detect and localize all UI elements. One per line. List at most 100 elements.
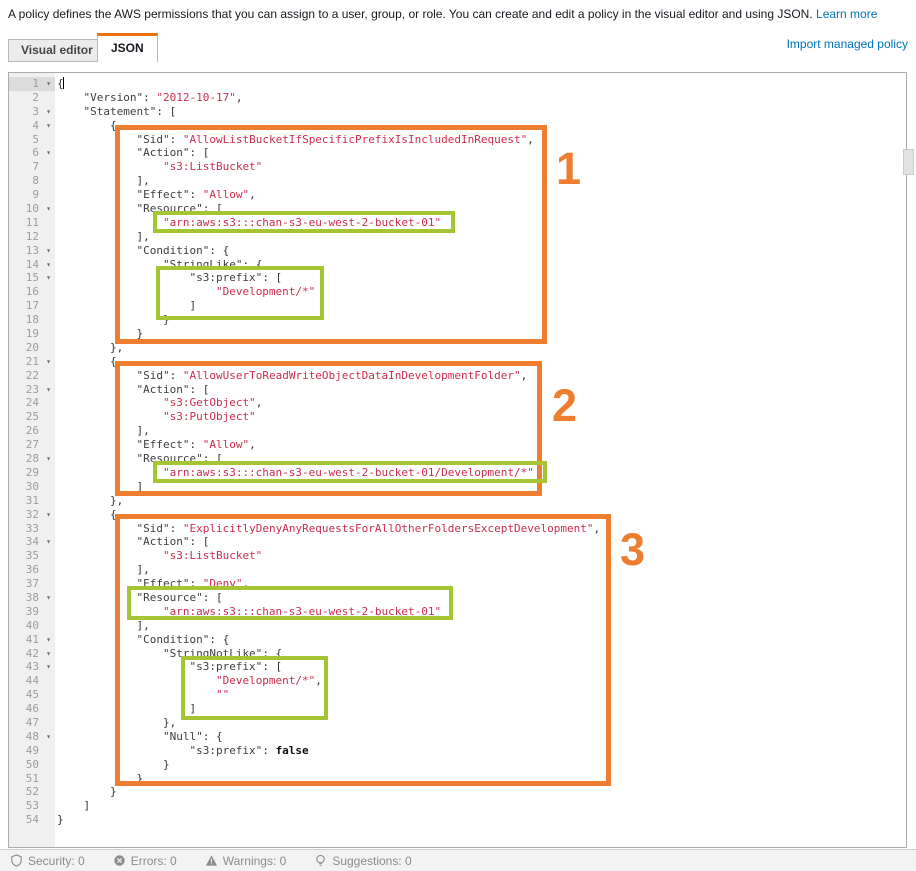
warning-triangle-icon [205,854,218,867]
code-line[interactable]: ], [57,230,892,244]
code-line[interactable]: }, [57,716,892,730]
code-line[interactable]: "Effect": "Deny", [57,577,892,591]
code-lines[interactable]: { "Version": "2012-10-17", "Statement": … [57,77,892,827]
code-line[interactable]: ] [57,299,892,313]
line-number: 9 [9,188,55,202]
fold-caret-icon[interactable]: ▾ [46,244,51,258]
status-warnings-label: Warnings: 0 [223,854,287,868]
line-number: 42▾ [9,647,55,661]
code-line[interactable]: "arn:aws:s3:::chan-s3-eu-west-2-bucket-0… [57,605,892,619]
code-line[interactable]: "Null": { [57,730,892,744]
fold-caret-icon[interactable]: ▾ [46,452,51,466]
code-line[interactable]: }, [57,494,892,508]
code-line[interactable]: } [57,785,892,799]
code-line[interactable]: } [57,758,892,772]
code-line[interactable]: } [57,772,892,786]
fold-caret-icon[interactable]: ▾ [46,508,51,522]
line-number: 48▾ [9,730,55,744]
code-line[interactable]: }, [57,341,892,355]
code-line[interactable]: } [57,813,892,827]
learn-more-link[interactable]: Learn more [816,7,877,21]
tab-visual-editor[interactable]: Visual editor [8,39,106,62]
code-line[interactable]: "s3:prefix": false [57,744,892,758]
code-line[interactable]: "s3:ListBucket" [57,160,892,174]
code-line[interactable]: "s3:GetObject", [57,396,892,410]
code-line[interactable]: "s3:ListBucket" [57,549,892,563]
code-line[interactable]: "Development/*" [57,285,892,299]
code-line[interactable]: { [57,355,892,369]
code-line[interactable]: ] [57,799,892,813]
status-suggestions: Suggestions: 0 [314,854,411,868]
code-line[interactable]: "" [57,688,892,702]
code-line[interactable]: ], [57,174,892,188]
code-line[interactable]: { [57,77,892,91]
line-number: 32▾ [9,508,55,522]
fold-caret-icon[interactable]: ▾ [46,647,51,661]
fold-caret-icon[interactable]: ▾ [46,730,51,744]
annotation-number-3: 3 [620,527,645,572]
vertical-scrollbar-thumb[interactable] [903,149,914,175]
fold-caret-icon[interactable]: ▾ [46,202,51,216]
fold-caret-icon[interactable]: ▾ [46,105,51,119]
code-line[interactable]: "Resource": [ [57,591,892,605]
json-editor[interactable]: 1▾23▾4▾56▾78910▾111213▾14▾15▾16171819202… [8,72,907,848]
code-line[interactable]: "s3:prefix": [ [57,271,892,285]
code-line[interactable]: "Resource": [ [57,202,892,216]
fold-caret-icon[interactable]: ▾ [46,633,51,647]
code-line[interactable]: "StringLike": { [57,258,892,272]
code-line[interactable]: "Statement": [ [57,105,892,119]
code-line[interactable]: "Resource": [ [57,452,892,466]
code-line[interactable]: "Effect": "Allow", [57,438,892,452]
fold-caret-icon[interactable]: ▾ [46,660,51,674]
code-line[interactable]: ], [57,424,892,438]
fold-caret-icon[interactable]: ▾ [46,383,51,397]
line-number: 46 [9,702,55,716]
fold-caret-icon[interactable]: ▾ [46,258,51,272]
fold-caret-icon[interactable]: ▾ [46,591,51,605]
code-line[interactable]: { [57,508,892,522]
code-line[interactable]: "Sid": "AllowListBucketIfSpecificPrefixI… [57,133,892,147]
import-managed-policy-link[interactable]: Import managed policy [787,37,908,51]
iam-policy-page: A policy defines the AWS permissions tha… [0,0,916,871]
status-errors: Errors: 0 [113,854,177,868]
code-line[interactable]: ] [57,480,892,494]
code-line[interactable]: "Action": [ [57,383,892,397]
code-line[interactable]: "Condition": { [57,244,892,258]
code-line[interactable]: "Development/*", [57,674,892,688]
code-line[interactable]: { [57,119,892,133]
tab-json[interactable]: JSON [97,33,158,62]
fold-caret-icon[interactable]: ▾ [46,355,51,369]
code-line[interactable]: "Sid": "AllowUserToReadWriteObjectDataIn… [57,369,892,383]
code-line[interactable]: "Action": [ [57,146,892,160]
fold-caret-icon[interactable]: ▾ [46,119,51,133]
code-line[interactable]: ], [57,619,892,633]
fold-caret-icon[interactable]: ▾ [46,271,51,285]
code-line[interactable]: ] [57,702,892,716]
code-line[interactable]: } [57,327,892,341]
line-number: 15▾ [9,271,55,285]
line-number: 2 [9,91,55,105]
code-line[interactable]: "Version": "2012-10-17", [57,91,892,105]
code-line[interactable]: "arn:aws:s3:::chan-s3-eu-west-2-bucket-0… [57,466,892,480]
line-number: 34▾ [9,535,55,549]
line-number: 10▾ [9,202,55,216]
gutter: 1▾23▾4▾56▾78910▾111213▾14▾15▾16171819202… [9,73,55,847]
code-line[interactable]: "StringNotLike": { [57,647,892,661]
code-line[interactable]: "Sid": "ExplicitlyDenyAnyRequestsForAllO… [57,522,892,536]
security-shield-icon [10,854,23,867]
status-errors-label: Errors: 0 [131,854,177,868]
code-line[interactable]: "s3:PutObject" [57,410,892,424]
code-line[interactable]: } [57,313,892,327]
fold-caret-icon[interactable]: ▾ [46,77,51,91]
code-line[interactable]: "arn:aws:s3:::chan-s3-eu-west-2-bucket-0… [57,216,892,230]
fold-caret-icon[interactable]: ▾ [46,146,51,160]
code-line[interactable]: "Condition": { [57,633,892,647]
code-line[interactable]: ], [57,563,892,577]
line-number: 50 [9,758,55,772]
code-line[interactable]: "s3:prefix": [ [57,660,892,674]
line-number: 6▾ [9,146,55,160]
code-line[interactable]: "Effect": "Allow", [57,188,892,202]
code-line[interactable]: "Action": [ [57,535,892,549]
fold-caret-icon[interactable]: ▾ [46,535,51,549]
line-number: 20 [9,341,55,355]
